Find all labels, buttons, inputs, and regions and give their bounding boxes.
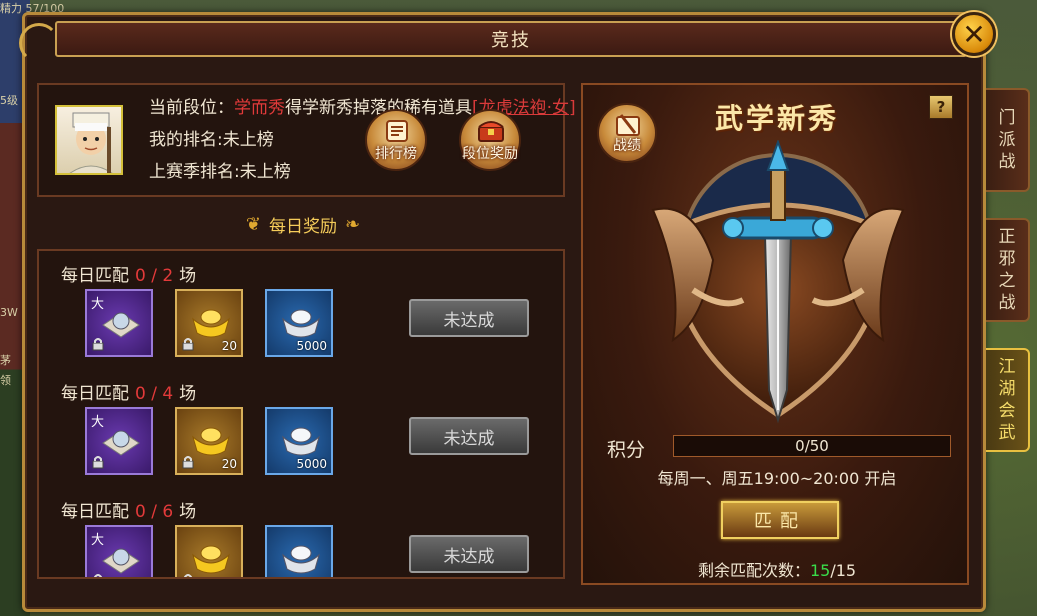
character-portrait-icon: [69, 112, 113, 173]
reward-item-slot[interactable]: 大: [85, 289, 153, 357]
remaining-label: 剩余匹配次数：: [697, 561, 810, 580]
swirl-right-icon: ❧: [345, 213, 361, 235]
lock-icon: [94, 574, 102, 577]
daily-rewards-list: 每日匹配 0 / 2 场大 20 5000 未达成 每日匹配 0 / 4 场大 20 5000 未达成…: [37, 249, 565, 579]
tier-overlay-text: 学而秀: [234, 98, 285, 118]
gold-ingot-icon: [192, 427, 230, 456]
match-label: 每日匹配: [61, 502, 129, 522]
item-grade-tag: 大: [91, 415, 105, 430]
title-bar: 竞技: [55, 21, 967, 57]
profile-panel: 当前段位：学而秀得学新秀掉落的稀有道具[龙虎法袍·女] 我的排名:未上榜 上赛季…: [37, 83, 576, 197]
silver-ingot-icon: [282, 545, 320, 574]
match-progress: 0 / 2: [135, 266, 174, 286]
gold-ingot-icon: [192, 309, 230, 338]
swirl-left-icon: ❦: [245, 213, 261, 235]
match-schedule-text: 每周一、周五19:00~20:00 开启: [657, 469, 897, 488]
reward-row: 每日匹配 0 / 2 场大 20 5000 未达成: [39, 251, 563, 369]
item-count: 5000: [296, 457, 327, 471]
lock-icon: [92, 456, 104, 469]
tab-jianghu-arena-label: 江湖会武: [998, 357, 1016, 443]
remaining-total: /15: [830, 561, 857, 580]
tier-reward-label: 段位奖励: [462, 146, 518, 162]
item-count: 20: [221, 457, 237, 471]
score-progress-bar: 0/50: [673, 435, 951, 457]
tab-good-evil-war[interactable]: 正邪之战: [986, 218, 1030, 322]
match-button[interactable]: 匹配: [721, 501, 839, 539]
match-progress: 0 / 6: [135, 502, 174, 522]
hud-chat-text-1: 茅: [0, 354, 11, 367]
leaderboard-button[interactable]: 排行榜: [365, 109, 427, 171]
reward-item-slot[interactable]: [175, 525, 243, 577]
remaining-current: 15: [809, 561, 831, 580]
reward-row-label: 每日匹配 0 / 6场: [61, 497, 196, 522]
current-tier-line: 当前段位：学而秀得学新秀掉落的稀有道具[龙虎法袍·女]: [149, 93, 576, 118]
daily-reward-header: ❦ 每日奖励 ❧: [213, 211, 393, 237]
item-count: 5000: [296, 339, 327, 353]
reward-item-slot[interactable]: 20: [175, 289, 243, 357]
reward-item-slot[interactable]: [265, 525, 333, 577]
lock-icon: [182, 456, 194, 469]
claim-status-button[interactable]: 未达成: [409, 417, 529, 455]
silver-ingot-icon: [282, 309, 320, 338]
tab-jianghu-arena[interactable]: 江湖会武: [986, 348, 1030, 452]
daily-reward-title: 每日奖励: [269, 216, 337, 237]
match-label: 每日匹配: [61, 384, 129, 404]
close-icon[interactable]: ✕: [952, 12, 996, 56]
claim-status-button[interactable]: 未达成: [409, 299, 529, 337]
match-label: 每日匹配: [61, 266, 129, 286]
lock-icon: [92, 338, 104, 351]
hud-chat-text-2: 领: [0, 374, 11, 387]
match-unit: 场: [179, 384, 197, 404]
rank-panel: 武学新秀 ? 战绩 积分 0/50 每周一、周五19:00~20:00 开启 匹…: [581, 83, 969, 585]
lock-icon: [184, 574, 192, 577]
player-avatar: [55, 105, 123, 175]
score-progress-text: 0/50: [795, 437, 829, 455]
reward-item-slot[interactable]: 大: [85, 525, 153, 577]
tier-reward-button[interactable]: 段位奖励: [459, 109, 521, 171]
gold-ingot-icon: [192, 545, 230, 574]
reward-item-slot[interactable]: 5000: [265, 289, 333, 357]
reward-item-slot[interactable]: 5000: [265, 407, 333, 475]
reward-row-label: 每日匹配 0 / 4场: [61, 379, 196, 404]
treasure-chest-icon: [478, 121, 504, 142]
item-grade-tag: 大: [91, 533, 105, 548]
last-season-rank-text: 上赛季排名:未上榜: [149, 162, 291, 182]
claim-status-button[interactable]: 未达成: [409, 535, 529, 573]
my-rank-text: 我的排名:未上榜: [149, 130, 274, 150]
reward-row-label: 每日匹配 0 / 2场: [61, 261, 196, 286]
match-unit: 场: [179, 502, 197, 522]
arena-window: 竞技 当前段位：学而秀得学新秀掉落的稀有道具[龙虎法袍·女] 我的排名:未上榜 …: [19, 12, 986, 612]
match-unit: 场: [179, 266, 197, 286]
battle-record-icon: [616, 114, 640, 136]
silver-ingot-icon: [282, 427, 320, 456]
reward-item-slot[interactable]: 大: [85, 407, 153, 475]
current-tier-label: 当前段位：: [149, 98, 234, 118]
pearl-map-icon: [102, 548, 140, 574]
lock-icon: [182, 338, 194, 351]
scroll-icon: [386, 120, 408, 142]
match-progress: 0 / 4: [135, 384, 174, 404]
score-label: 积分: [607, 439, 646, 461]
tab-sect-war-label: 门派战: [998, 108, 1016, 172]
tier-emblem-sword-icon: [651, 140, 905, 424]
item-count: 20: [221, 339, 237, 353]
corner-ornament-icon: [19, 23, 59, 63]
item-grade-tag: 大: [91, 297, 105, 312]
remaining-matches: 剩余匹配次数：15/15: [583, 557, 971, 581]
reward-row: 每日匹配 0 / 6 场大 未达成: [39, 487, 563, 577]
reward-item-slot[interactable]: 20: [175, 407, 243, 475]
reward-row: 每日匹配 0 / 4 场大 20 5000 未达成: [39, 369, 563, 487]
window-title: 竞技: [491, 30, 531, 51]
tab-sect-war[interactable]: 门派战: [986, 88, 1030, 192]
help-button[interactable]: ?: [929, 95, 953, 119]
tab-good-evil-war-label: 正邪之战: [998, 227, 1016, 313]
hud-power-text: 3W: [0, 306, 18, 319]
hud-level-text: 5级: [0, 94, 18, 107]
pearl-map-icon: [102, 430, 140, 456]
leaderboard-label: 排行榜: [375, 146, 417, 162]
pearl-map-icon: [102, 312, 140, 338]
